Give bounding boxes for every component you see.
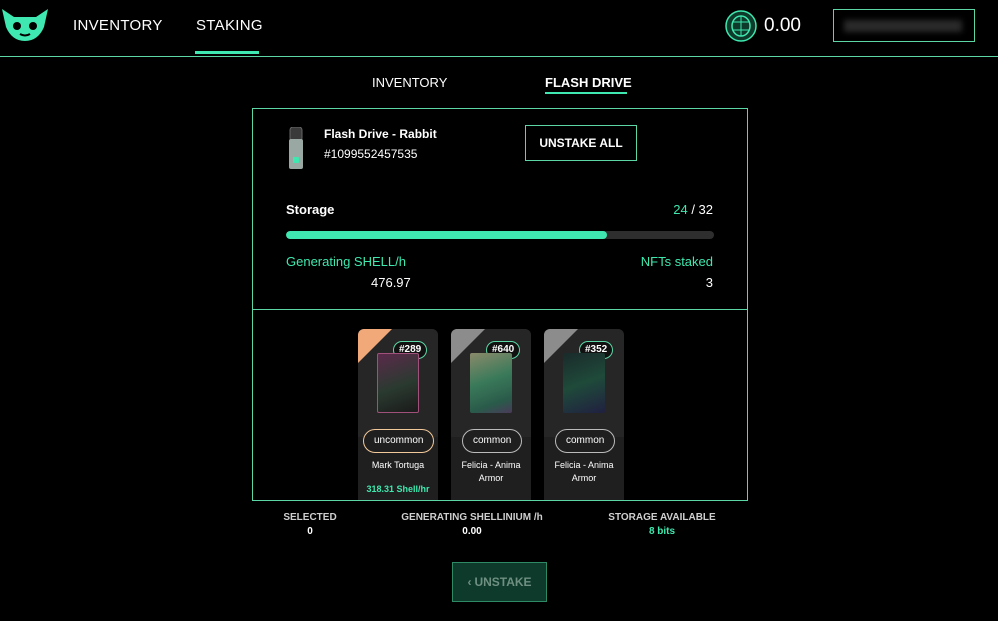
active-nav-indicator xyxy=(195,51,259,54)
panel-divider xyxy=(253,309,747,310)
nft-card[interactable]: #289 uncommon Mark Tortuga 318.31 Shell/… xyxy=(358,329,438,500)
storage-label: Storage xyxy=(286,202,335,217)
nft-card[interactable]: #640 common Felicia - Anima Armor xyxy=(451,329,531,500)
nft-image xyxy=(470,353,512,413)
unstake-all-button[interactable]: UNSTAKE ALL xyxy=(525,125,637,161)
rarity-badge: common xyxy=(555,429,616,453)
shell-coin-icon xyxy=(725,10,757,42)
wallet-address-button[interactable] xyxy=(833,9,975,42)
nft-rate: 318.31 Shell/hr xyxy=(366,484,430,494)
nft-name: Felicia - Anima Armor xyxy=(461,460,521,483)
rarity-badge: common xyxy=(462,429,523,453)
nft-image xyxy=(563,353,605,413)
nft-card[interactable]: #352 common Felicia - Anima Armor xyxy=(544,329,624,500)
nft-name: Felicia - Anima Armor xyxy=(554,460,614,483)
generating-value: 476.97 xyxy=(371,275,411,290)
nft-name: Mark Tortuga xyxy=(371,460,425,470)
fox-logo-icon[interactable] xyxy=(0,5,50,45)
redacted-address xyxy=(844,20,962,32)
unstake-button[interactable]: ‹ UNSTAKE xyxy=(452,562,547,602)
flash-drive-icon xyxy=(289,127,303,169)
wallet-balance: 0.00 xyxy=(764,15,801,36)
nav-inventory[interactable]: INVENTORY xyxy=(73,17,163,34)
nav-staking[interactable]: STAKING xyxy=(196,17,263,34)
storage-progress-fill xyxy=(286,231,607,239)
tab-inventory[interactable]: INVENTORY xyxy=(372,75,447,90)
top-nav: INVENTORY STAKING 0.00 xyxy=(0,0,998,57)
storage-available-label: STORAGE AVAILABLE xyxy=(608,512,716,523)
generating-shellinium-value: 0.00 xyxy=(462,526,482,537)
nfts-staked-value: 3 xyxy=(705,275,713,290)
active-tab-indicator xyxy=(545,92,627,94)
selected-value: 0 xyxy=(307,526,313,537)
storage-progress-bar xyxy=(286,231,714,239)
tab-flash-drive[interactable]: FLASH DRIVE xyxy=(545,75,632,90)
generating-shellinium-label: GENERATING SHELLINIUM /h xyxy=(401,512,543,523)
selected-label: SELECTED xyxy=(283,512,337,523)
nfts-staked-label: NFTs staked xyxy=(640,254,713,269)
chevron-left-icon: ‹ xyxy=(467,575,472,589)
storage-count: 24 / 32 xyxy=(673,202,713,217)
storage-total: / 32 xyxy=(691,202,713,217)
rarity-badge: uncommon xyxy=(363,429,435,453)
unstake-label: UNSTAKE xyxy=(474,575,532,589)
storage-used: 24 xyxy=(673,202,688,217)
generating-label: Generating SHELL/h xyxy=(286,254,406,269)
drive-name: Flash Drive - Rabbit xyxy=(324,127,437,141)
nft-image xyxy=(377,353,419,413)
flash-drive-panel: Flash Drive - Rabbit #1099552457535 UNST… xyxy=(252,108,748,501)
drive-id: #1099552457535 xyxy=(324,147,418,161)
storage-available-value: 8 bits xyxy=(648,526,676,537)
